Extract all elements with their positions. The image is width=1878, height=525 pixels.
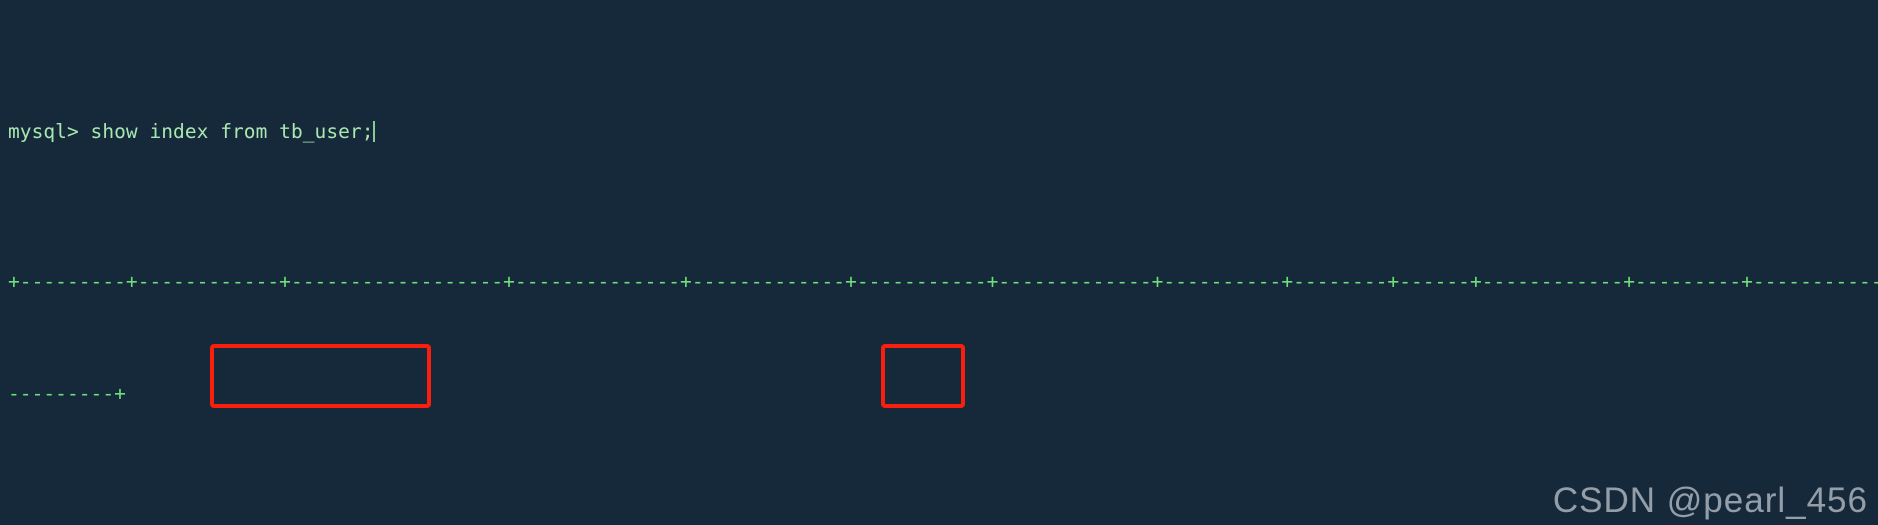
terminal-screen: mysql> show index from tb_user; +-------…: [8, 0, 1878, 525]
table-rule-top-line2: ---------+: [8, 382, 126, 405]
text-cursor: [372, 120, 375, 142]
table-rule-top-line1: +---------+------------+----------------…: [8, 269, 1878, 293]
mysql-terminal-window[interactable]: mysql> show index from tb_user; +-------…: [0, 0, 1878, 525]
command-prompt-line[interactable]: mysql> show index from tb_user;: [8, 113, 1878, 151]
prompt-command-text: mysql> show index from tb_user;: [8, 119, 374, 143]
